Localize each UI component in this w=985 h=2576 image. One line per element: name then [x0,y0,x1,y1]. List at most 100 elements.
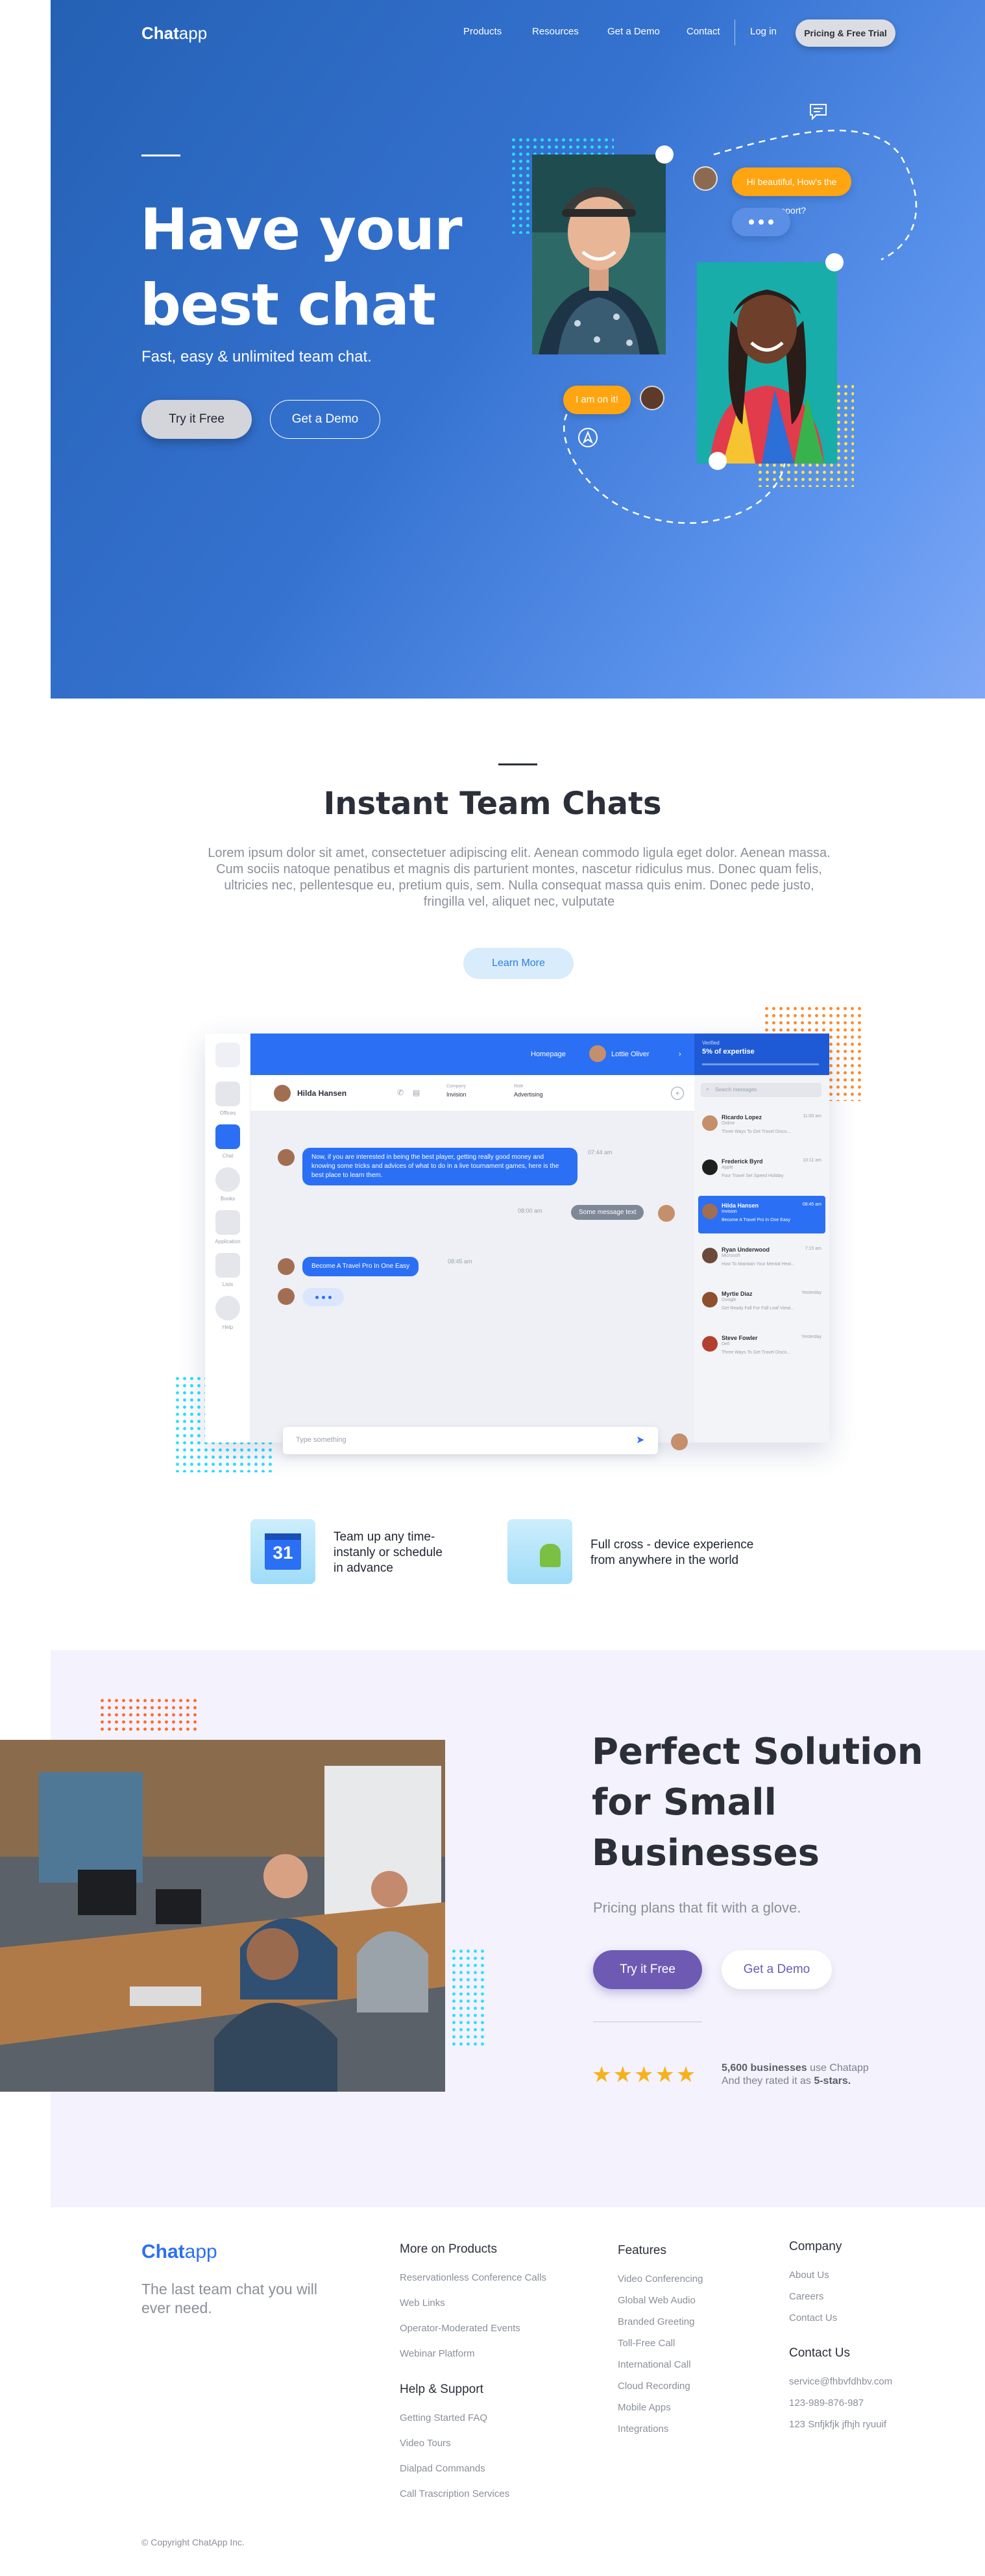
title-line: Businesses [592,1832,820,1874]
small-business-subtitle: Pricing plans that fit with a glove. [593,1900,801,1916]
nav-link-contact[interactable]: Contact [687,26,720,37]
footer-heading-features: Features [618,2244,666,2257]
footer-email-link[interactable]: service@fhbvfdhbv.com [789,2376,892,2387]
pricing-trial-button[interactable]: Pricing & Free Trial [796,19,895,47]
send-icon[interactable]: ➤ [636,1433,644,1446]
list-item-role: Invision [722,1209,737,1214]
instant-team-chats-body: Lorem ipsum dolor sit amet, consectetuer… [208,846,831,909]
footer-link[interactable]: Global Web Audio [618,2295,696,2306]
offices-icon[interactable] [215,1082,240,1106]
application-icon[interactable] [215,1210,240,1235]
chevron-right-icon[interactable]: › [679,1050,681,1058]
rail-label: Application [215,1239,241,1245]
list-item[interactable]: Frederick Byrd Apple Four Travel Set Spe… [698,1152,825,1189]
cross-device-icon [507,1519,572,1584]
footer-link[interactable]: Web Links [400,2297,445,2309]
feature-cross-device-text: Full cross - device experience from anyw… [590,1537,753,1568]
footer-link[interactable]: Call Trascription Services [400,2488,509,2499]
hero-subtitle: Fast, easy & unlimited team chat. [141,348,372,365]
list-item-message: Get Ready Fall For Fall Leaf Viewi... [722,1306,795,1311]
list-item-time: 11:00 am [803,1114,821,1119]
expertise-value: 5% of expertise [702,1048,755,1056]
footer-heading-contact: Contact Us [789,2346,850,2360]
photo-connector-dot [655,145,674,164]
office-scene-illustration [0,1740,445,2092]
list-item-role: Apple [722,1165,733,1170]
footer-link[interactable]: Mobile Apps [618,2402,671,2413]
feature-line: Full cross - device experience [590,1538,754,1552]
section-get-demo-button[interactable]: Get a Demo [722,1950,832,1989]
feature-line: in advance [334,1561,393,1575]
avatar [658,1205,675,1222]
list-item[interactable]: Ryan Underwood Microsoft How To Maintain… [698,1240,825,1278]
type-message-input[interactable]: Type something ➤ [283,1427,658,1454]
footer-link[interactable]: Branded Greeting [618,2316,694,2327]
nav-link-get-demo[interactable]: Get a Demo [607,26,660,37]
footer-phone-link[interactable]: 123-989-876-987 [789,2397,864,2409]
avatar [278,1258,295,1275]
nav-logo-light: app [178,23,208,43]
search-messages-input[interactable]: ⌕ Search messages [701,1083,821,1097]
footer-link[interactable]: Dialpad Commands [400,2463,485,2474]
list-item[interactable]: Hilda Hansen Invision Become A Travel Pr… [698,1196,825,1233]
footer-link[interactable]: Cloud Recording [618,2381,690,2392]
learn-more-button[interactable]: Learn More [463,948,574,979]
footer-logo[interactable]: Chatapp [141,2241,217,2263]
avatar [640,386,664,410]
company-value: Invision [446,1091,467,1098]
footer-link[interactable]: Getting Started FAQ [400,2412,487,2423]
hero-try-free-button[interactable]: Try it Free [141,400,252,439]
list-item-message: How To Maintain Your Mental Heal... [722,1262,795,1267]
footer-link[interactable]: Contact Us [789,2312,837,2323]
app-sidebar-rail: Offices Chat Books Application Lists Hel… [205,1034,250,1443]
books-icon[interactable] [215,1167,240,1192]
avatar [278,1149,295,1166]
star-rating-icon: ★★★★★ [592,2062,698,2087]
hero-title: Have your best chat [140,192,478,343]
homepage-link[interactable]: Homepage [531,1050,566,1058]
video-icon[interactable]: ▤ [413,1088,420,1097]
role-value: Advertising [514,1091,543,1098]
footer-link[interactable]: International Call [618,2359,691,2370]
list-item-role: Dell [722,1342,730,1346]
avatar [278,1288,295,1305]
app-mockup: Offices Chat Books Application Lists Hel… [205,1034,829,1443]
nav-logo[interactable]: Chatapp [141,23,207,43]
title-line: for Small [592,1781,777,1824]
footer-link[interactable]: Operator-Moderated Events [400,2323,520,2334]
current-user-name[interactable]: Lottie Oliver [611,1050,650,1058]
footer-link[interactable]: Webinar Platform [400,2348,475,2359]
footer-link[interactable]: Reservationless Conference Calls [400,2272,546,2283]
help-icon[interactable] [215,1296,240,1320]
footer-link[interactable]: Integrations [618,2423,668,2434]
nav-link-products[interactable]: Products [463,26,502,37]
footer-link[interactable]: About Us [789,2270,829,2281]
typing-indicator [732,208,790,236]
expertise-progress [702,1063,819,1065]
rating-count: 5,600 businesses [722,2062,807,2074]
list-item[interactable]: Steve Fowler Dell Three Ways To Get Trav… [698,1328,825,1366]
list-item-time: 10:11 am [803,1158,821,1163]
phone-icon[interactable]: ✆ [397,1088,404,1097]
footer-link[interactable]: Video Conferencing [618,2273,703,2285]
nav-link-login[interactable]: Log in [750,26,777,37]
chat-icon[interactable] [215,1124,240,1149]
footer-link[interactable]: Video Tours [400,2438,451,2449]
footer-heading-products: More on Products [400,2242,497,2256]
list-item-name: Steve Fowler [722,1335,758,1341]
chat-icon [810,104,827,121]
role-label: Role [514,1084,524,1089]
footer-link[interactable]: Toll-Free Call [618,2338,675,2349]
list-item[interactable]: Ricardo Lopez Online Three Ways To Get T… [698,1108,825,1145]
menu-icon[interactable] [215,1043,240,1067]
list-item[interactable]: Myrtie Diaz Google Get Ready Fall For Fa… [698,1284,825,1322]
instant-team-chats-title: Instant Team Chats [323,786,662,822]
list-item-message: Become A Travel Pro In One Easy [722,1218,790,1222]
section-try-free-button[interactable]: Try it Free [593,1950,702,1989]
add-icon[interactable]: + [671,1087,684,1100]
send-icon [578,428,598,447]
nav-link-resources[interactable]: Resources [532,26,579,37]
footer-link[interactable]: Careers [789,2291,823,2302]
lists-icon[interactable] [215,1253,240,1278]
hero-get-demo-button[interactable]: Get a Demo [270,400,380,439]
